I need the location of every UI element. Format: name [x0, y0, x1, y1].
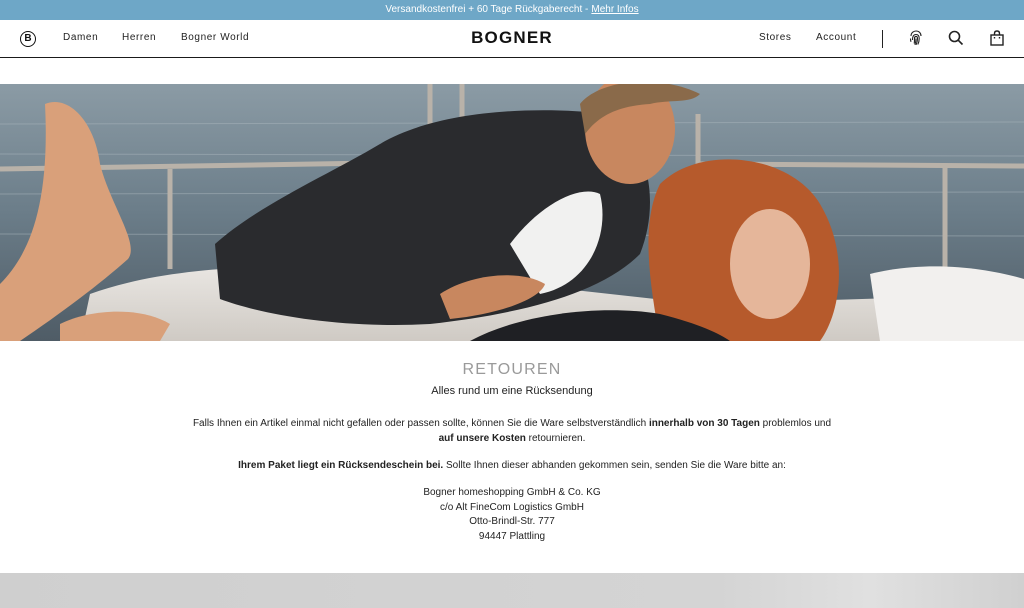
- returns-section: RETOUREN Alles rund um eine Rücksendung …: [0, 341, 1024, 573]
- address-line: Otto-Brindl-Str. 777: [469, 516, 555, 527]
- nav-item-stores[interactable]: Stores: [759, 32, 792, 43]
- hero-image: [0, 84, 1024, 341]
- promo-text: Versandkostenfrei + 60 Tage Rückgaberech…: [385, 4, 589, 15]
- shopping-bag-icon[interactable]: [987, 28, 1007, 48]
- return-slip-paragraph: Ihrem Paket liegt ein Rücksendeschein be…: [0, 459, 1024, 474]
- returns-text-1: Falls Ihnen ein Artikel einmal nicht gef…: [192, 418, 649, 429]
- returns-text-3: retournieren.: [525, 432, 586, 444]
- return-slip-text: Sollte Ihnen dieser abhanden gekommen se…: [443, 460, 786, 471]
- page-title: RETOUREN: [462, 361, 562, 378]
- site-header: B Damen Herren Bogner World BOGNER Store…: [0, 20, 1024, 58]
- nav-item-account[interactable]: Account: [816, 32, 856, 43]
- header-divider: [882, 30, 883, 48]
- returns-text-2: problemlos und: [759, 418, 832, 429]
- address-line: 94447 Plattling: [478, 530, 546, 542]
- search-icon[interactable]: [946, 28, 966, 48]
- address-line: Bogner homeshopping GmbH & Co. KG: [423, 487, 601, 498]
- promo-more-info-link[interactable]: Mehr Infos: [591, 4, 638, 15]
- page-subtitle: Alles rund um eine Rücksendung: [431, 385, 593, 397]
- fingerprint-icon[interactable]: [906, 28, 926, 48]
- returns-cost: auf unsere Kosten: [438, 432, 526, 444]
- next-section-image: [0, 573, 1024, 608]
- promo-bar: Versandkostenfrei + 60 Tage Rückgaberech…: [0, 0, 1024, 20]
- brand-logo[interactable]: BOGNER: [0, 28, 1024, 48]
- returns-deadline: innerhalb von 30 Tagen: [648, 418, 760, 429]
- return-slip-note: Ihrem Paket liegt ein Rücksendeschein be…: [238, 460, 444, 471]
- returns-paragraph: Falls Ihnen ein Artikel einmal nicht gef…: [0, 417, 1024, 446]
- return-address: Bogner homeshopping GmbH & Co. KG c/o Al…: [0, 486, 1024, 544]
- address-line: c/o Alt FineCom Logistics GmbH: [440, 501, 584, 513]
